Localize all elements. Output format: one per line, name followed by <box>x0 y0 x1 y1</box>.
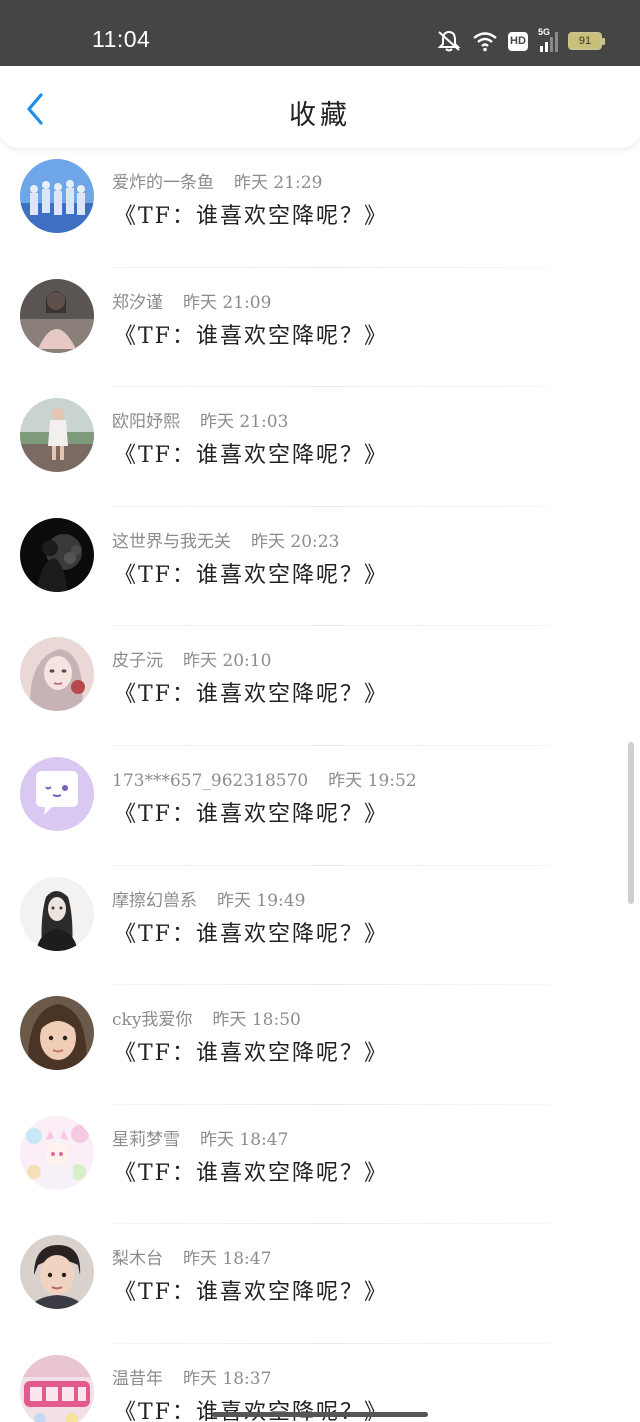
timestamp: 昨天 18:50 <box>212 1010 301 1031</box>
navigation-bar: 收藏 <box>0 66 640 148</box>
avatar[interactable] <box>20 756 94 831</box>
timestamp: 昨天 18:47 <box>200 1129 289 1150</box>
avatar[interactable] <box>20 996 94 1071</box>
timestamp: 昨天 20:23 <box>251 531 340 552</box>
list-item[interactable]: 爱炸的一条鱼 昨天 21:29 《TF：谁喜欢空降呢？》 <box>0 148 640 268</box>
item-meta: 皮子沅 昨天 20:10 <box>112 646 271 671</box>
story-title[interactable]: 《TF：谁喜欢空降呢？》 <box>114 1035 388 1067</box>
timestamp: 昨天 18:37 <box>183 1368 272 1389</box>
item-meta: cky我爱你 昨天 18:50 <box>112 1005 301 1030</box>
timestamp: 昨天 21:29 <box>234 173 323 193</box>
battery-icon: 91 <box>568 32 605 50</box>
story-title[interactable]: 《TF：谁喜欢空降呢？》 <box>114 1274 388 1306</box>
username[interactable]: 欧阳妤熙 <box>112 412 180 432</box>
username[interactable]: 173***657_962318570 <box>112 771 308 791</box>
list-item[interactable]: cky我爱你 昨天 18:50 《TF：谁喜欢空降呢？》 <box>0 985 640 1105</box>
story-title[interactable]: 《TF：谁喜欢空降呢？》 <box>114 557 388 589</box>
item-meta: 摩擦幻兽系 昨天 19:49 <box>112 886 305 911</box>
status-bar: 11:04 HD 5G 91 <box>0 0 640 66</box>
timestamp: 昨天 21:03 <box>200 412 289 433</box>
avatar[interactable] <box>20 1235 94 1310</box>
hd-badge: HD <box>508 31 528 51</box>
story-title[interactable]: 《TF：谁喜欢空降呢？》 <box>114 318 388 350</box>
favorites-list: 爱炸的一条鱼 昨天 21:29 《TF：谁喜欢空降呢？》 郑汐谨 昨天 21:09 … <box>0 148 640 1422</box>
avatar[interactable] <box>20 1354 94 1422</box>
list-item[interactable]: 这世界与我无关 昨天 20:23 《TF：谁喜欢空降呢？》 <box>0 507 640 627</box>
item-meta: 这世界与我无关 昨天 20:23 <box>112 527 339 552</box>
avatar[interactable] <box>20 637 94 712</box>
username[interactable]: cky我爱你 <box>112 1010 192 1030</box>
wifi-icon <box>472 30 498 52</box>
story-title[interactable]: 《TF：谁喜欢空降呢？》 <box>114 916 388 948</box>
battery-level: 91 <box>578 35 592 47</box>
network-type-label: 5G <box>538 27 551 37</box>
avatar[interactable] <box>20 1115 94 1190</box>
scrollbar[interactable] <box>628 742 634 904</box>
item-meta: 梨木台 昨天 18:47 <box>112 1244 271 1269</box>
story-title[interactable]: 《TF：谁喜欢空降呢？》 <box>114 1155 388 1187</box>
username[interactable]: 爱炸的一条鱼 <box>112 173 214 193</box>
username[interactable]: 温昔年 <box>112 1369 163 1389</box>
list-item[interactable]: 郑汐谨 昨天 21:09 《TF：谁喜欢空降呢？》 <box>0 268 640 388</box>
timestamp: 昨天 21:09 <box>183 292 272 313</box>
mute-bell-icon <box>436 29 462 53</box>
page-title: 收藏 <box>289 100 351 131</box>
avatar[interactable] <box>20 398 94 473</box>
item-meta: 爱炸的一条鱼 昨天 21:29 <box>112 168 322 193</box>
username[interactable]: 这世界与我无关 <box>112 532 231 552</box>
list-item[interactable]: 173***657_962318570 昨天 19:52 《TF：谁喜欢空降呢？》 <box>0 746 640 866</box>
story-title[interactable]: 《TF：谁喜欢空降呢？》 <box>114 676 388 708</box>
list-item[interactable]: 星莉梦雪 昨天 18:47 《TF：谁喜欢空降呢？》 <box>0 1105 640 1225</box>
timestamp: 昨天 19:49 <box>217 890 306 911</box>
story-title[interactable]: 《TF：谁喜欢空降呢？》 <box>114 1394 388 1422</box>
avatar[interactable] <box>20 876 94 951</box>
status-time: 11:04 <box>92 26 151 52</box>
home-indicator[interactable] <box>212 1412 428 1417</box>
timestamp: 昨天 19:52 <box>328 770 417 791</box>
list-item[interactable]: 皮子沅 昨天 20:10 《TF：谁喜欢空降呢？》 <box>0 626 640 746</box>
list-item[interactable]: 温昔年 昨天 18:37 《TF：谁喜欢空降呢？》 <box>0 1344 640 1422</box>
list-item[interactable]: 欧阳妤熙 昨天 21:03 《TF：谁喜欢空降呢？》 <box>0 387 640 507</box>
username[interactable]: 皮子沅 <box>112 651 163 671</box>
timestamp: 昨天 20:10 <box>183 651 272 672</box>
avatar[interactable] <box>20 159 94 233</box>
timestamp: 昨天 18:47 <box>183 1249 272 1270</box>
item-meta: 温昔年 昨天 18:37 <box>112 1364 271 1389</box>
avatar[interactable] <box>20 278 94 353</box>
item-meta: 173***657_962318570 昨天 19:52 <box>112 766 417 791</box>
status-icons: HD 5G 91 <box>436 27 605 54</box>
item-meta: 郑汐谨 昨天 21:09 <box>112 288 271 313</box>
username[interactable]: 摩擦幻兽系 <box>112 891 197 911</box>
list-item[interactable]: 摩擦幻兽系 昨天 19:49 《TF：谁喜欢空降呢？》 <box>0 866 640 986</box>
username[interactable]: 郑汐谨 <box>112 293 163 313</box>
avatar[interactable] <box>20 517 94 592</box>
username[interactable]: 星莉梦雪 <box>112 1130 180 1150</box>
item-meta: 欧阳妤熙 昨天 21:03 <box>112 407 288 432</box>
cellular-signal-icon: 5G <box>538 27 558 52</box>
username[interactable]: 梨木台 <box>112 1249 163 1269</box>
item-meta: 星莉梦雪 昨天 18:47 <box>112 1125 288 1150</box>
list-item[interactable]: 梨木台 昨天 18:47 《TF：谁喜欢空降呢？》 <box>0 1224 640 1344</box>
story-title[interactable]: 《TF：谁喜欢空降呢？》 <box>114 437 388 469</box>
story-title[interactable]: 《TF：谁喜欢空降呢？》 <box>114 796 388 828</box>
story-title[interactable]: 《TF：谁喜欢空降呢？》 <box>114 198 388 230</box>
